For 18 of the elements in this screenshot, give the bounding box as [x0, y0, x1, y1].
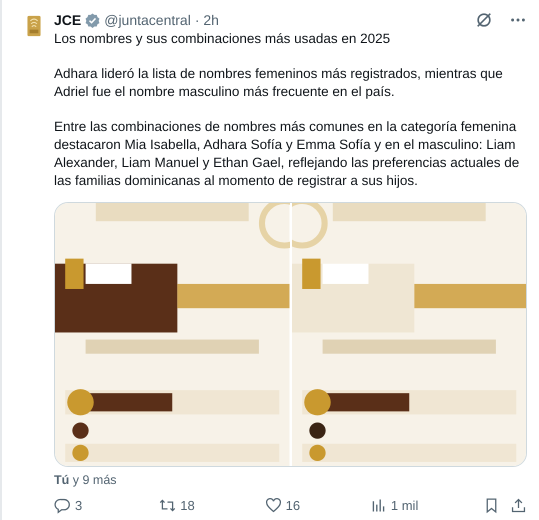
liked-by-text[interactable]: Tú y 9 más	[54, 473, 527, 487]
repost-button[interactable]: 18	[159, 497, 257, 514]
reply-button[interactable]: 3	[54, 497, 152, 514]
speech-bubble-icon	[54, 497, 71, 514]
share-icon[interactable]	[510, 497, 527, 514]
like-button[interactable]: 16	[264, 497, 362, 514]
post-time[interactable]: · 2h	[194, 12, 219, 28]
author-handle[interactable]: @juntacentral	[104, 12, 191, 28]
post-text: Adhara lideró la lista de nombres femeninos más registrados, mientras que Adriel fue el nombre masculino más frecuente en el país.	[54, 65, 504, 101]
avatar-icon[interactable]	[26, 14, 42, 38]
views-button[interactable]: 1 mil	[370, 497, 475, 514]
author-name[interactable]: JCE	[54, 12, 82, 28]
slashed-circle-icon[interactable]	[475, 11, 493, 29]
post-text: Los nombres y sus combinaciones más usadas en 2025	[54, 30, 392, 48]
heart-icon	[264, 497, 282, 514]
post-text: Entre las combinaciones de nombres más comunes en la categoría femenina destacaron Mia Isabella, Adhara Sofía y Emma Sofía y en el masculino: Liam Alexander, Liam Manuel y Ethan Gael, reflejando las preferencias actuales de las familias dominicanas al momento de registrar a sus hijos.	[54, 118, 520, 190]
repost-icon	[159, 497, 176, 514]
bar-chart-icon	[370, 497, 387, 514]
